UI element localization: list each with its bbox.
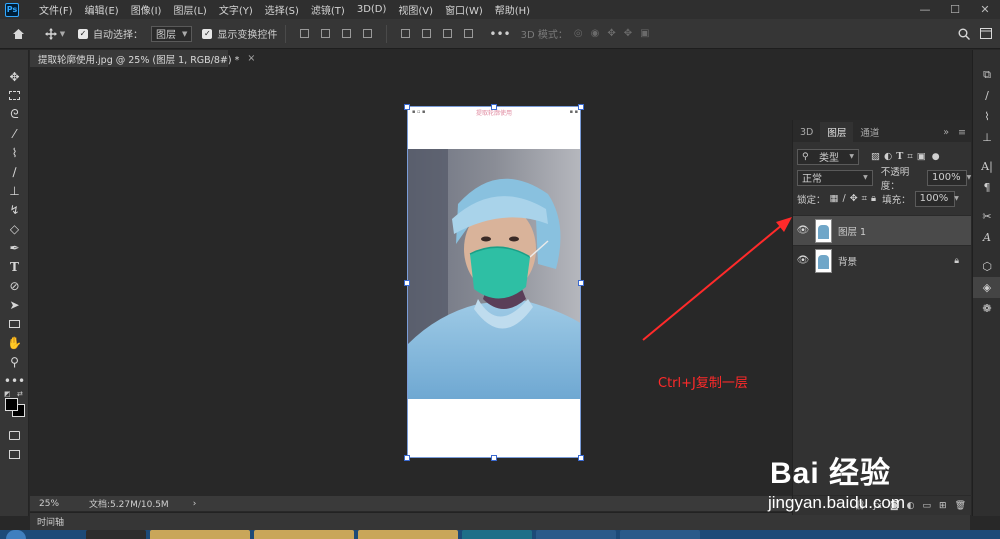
taskbar-app[interactable] [462,530,532,539]
taskbar-app[interactable] [536,530,616,539]
baidu-watermark-url: jingyan.baidu.com [768,493,906,512]
annotation-text: Ctrl+J复制一层 [658,376,748,391]
taskbar-app[interactable] [620,530,700,539]
baidu-watermark-brand: Bai 经验 [770,457,892,490]
taskbar-app[interactable] [86,530,146,539]
start-button[interactable] [6,530,26,539]
taskbar-app[interactable] [150,530,250,539]
taskbar-app[interactable] [254,530,354,539]
windows-taskbar [0,530,1000,539]
taskbar-app[interactable] [358,530,458,539]
